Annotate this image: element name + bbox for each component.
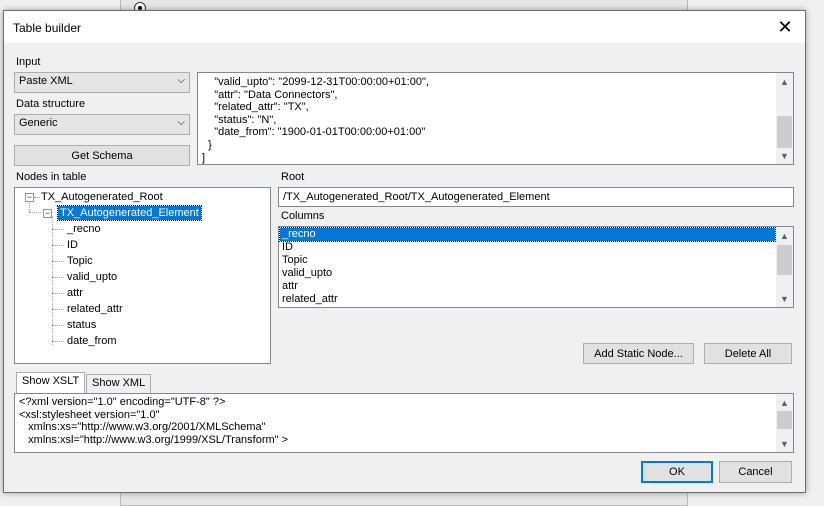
nodes-in-table-label: Nodes in table <box>16 171 87 183</box>
source-text-line: "related_attr": "TX", <box>202 101 309 114</box>
input-select[interactable]: Paste XML ⌵ <box>14 72 190 93</box>
input-label: Input <box>16 56 41 68</box>
scroll-thumb[interactable] <box>777 116 792 148</box>
column-list-item[interactable]: related_attr <box>280 293 775 306</box>
tree-node-child[interactable]: ID <box>67 238 78 252</box>
cancel-button[interactable]: Cancel <box>719 461 792 483</box>
tree-node-child[interactable]: date_from <box>67 334 117 348</box>
minus-box-icon[interactable]: − <box>25 193 34 202</box>
tab-show-xml[interactable]: Show XML <box>86 374 152 393</box>
data-structure-value: Generic <box>19 117 58 129</box>
tree-connector <box>52 309 64 310</box>
table-builder-dialog: Table builder ✕ Input Paste XML ⌵ Data s… <box>3 10 806 493</box>
column-list-item[interactable]: _recno <box>279 227 776 242</box>
tree-node-child[interactable]: _recno <box>67 222 101 236</box>
source-text-line: } <box>202 138 212 151</box>
minus-box-icon[interactable]: − <box>43 209 52 218</box>
chevron-down-icon[interactable]: ▼ <box>776 290 793 307</box>
chevron-up-icon[interactable]: ▲ <box>776 394 793 411</box>
tree-node-child[interactable]: attr <box>67 286 83 300</box>
root-label: Root <box>281 171 305 183</box>
add-static-node-label: Add Static Node... <box>594 347 683 360</box>
input-select-value: Paste XML <box>19 75 73 87</box>
tab-show-xml-label: Show XML <box>92 377 146 389</box>
xslt-text-line: <xsl:stylesheet version="1.0" <box>19 408 160 421</box>
column-list-item[interactable]: Topic <box>280 254 775 267</box>
scroll-thumb[interactable] <box>777 411 792 429</box>
tree-connector <box>52 277 64 278</box>
tree-node-element[interactable]: TX_Autogenerated_Element <box>57 205 202 221</box>
tab-show-xslt-label: Show XSLT <box>22 375 80 387</box>
ok-button[interactable]: OK <box>641 461 713 483</box>
source-text-line: "status": "N", <box>202 113 277 126</box>
column-list-item[interactable]: attr <box>280 280 775 293</box>
tree-connector <box>52 325 64 326</box>
xslt-text-area[interactable]: <?xml version="1.0" encoding="UTF-8" ?> <… <box>14 393 794 453</box>
source-scrollbar[interactable]: ▲ ▼ <box>776 73 793 164</box>
source-text-area[interactable]: "valid_upto": "2099-12-31T00:00:00+01:00… <box>197 72 794 165</box>
dialog-title: Table builder <box>13 21 82 35</box>
title-bar: Table builder ✕ <box>4 11 805 43</box>
close-button[interactable]: ✕ <box>765 11 805 43</box>
tree-connector <box>52 293 64 294</box>
xslt-text-lines: <?xml version="1.0" encoding="UTF-8" ?> <… <box>19 396 288 446</box>
columns-list[interactable]: _recno ID Topic valid_upto attr related_attr … <box>278 226 794 308</box>
tree-node-child[interactable]: related_attr <box>67 302 123 316</box>
delete-all-label: Delete All <box>724 347 772 360</box>
tab-show-xslt[interactable]: Show XSLT <box>16 372 86 393</box>
tree-node-root[interactable]: TX_Autogenerated_Root <box>41 190 163 204</box>
chevron-down-icon: ⌵ <box>177 117 185 128</box>
chevron-up-icon[interactable]: ▲ <box>776 227 793 244</box>
tree-connector <box>52 341 64 342</box>
xslt-scrollbar[interactable]: ▲ ▼ <box>776 394 793 452</box>
data-structure-label: Data structure <box>16 98 86 110</box>
delete-all-button[interactable]: Delete All <box>704 343 792 364</box>
root-field[interactable]: /TX_Autogenerated_Root/TX_Autogenerated_… <box>278 187 794 207</box>
source-text-line: ] <box>202 151 206 164</box>
column-list-item[interactable]: ID <box>280 241 775 254</box>
source-text-lines: "valid_upto": "2099-12-31T00:00:00+01:00… <box>202 76 429 164</box>
xslt-text-line: <?xml version="1.0" encoding="UTF-8" ?> <box>19 396 226 408</box>
tree-node-child[interactable]: Topic <box>67 254 93 268</box>
tree-connector <box>52 229 64 230</box>
nodes-tree[interactable]: − TX_Autogenerated_Root − TX_Autogenerat… <box>14 187 271 364</box>
ok-label: OK <box>669 466 685 478</box>
root-value: /TX_Autogenerated_Root/TX_Autogenerated_… <box>283 191 550 203</box>
column-list-item[interactable]: valid_upto <box>280 267 775 280</box>
get-schema-label: Get Schema <box>71 149 133 162</box>
add-static-node-button[interactable]: Add Static Node... <box>583 343 694 364</box>
columns-scrollbar[interactable]: ▲ ▼ <box>776 227 793 307</box>
columns-label: Columns <box>281 210 325 222</box>
tree-node-child[interactable]: valid_upto <box>67 270 117 284</box>
data-structure-select[interactable]: Generic ⌵ <box>14 114 190 135</box>
scroll-thumb[interactable] <box>777 245 792 275</box>
get-schema-button[interactable]: Get Schema <box>14 145 190 166</box>
tree-connector <box>52 261 64 262</box>
chevron-down-icon[interactable]: ▼ <box>776 147 793 164</box>
source-text-line: "date_from": "1900-01-01T00:00:00+01:00" <box>202 126 426 139</box>
chevron-down-icon: ⌵ <box>177 75 185 86</box>
chevron-down-icon[interactable]: ▼ <box>776 435 793 452</box>
xslt-text-line: xmlns:xsl="http://www.w3.org/1999/XSL/Tr… <box>19 433 289 446</box>
tree-connector <box>52 245 64 246</box>
tree-node-child[interactable]: status <box>67 318 96 332</box>
source-text-line: "valid_upto": "2099-12-31T00:00:00+01:00… <box>202 76 429 88</box>
cancel-label: Cancel <box>738 466 773 478</box>
close-icon: ✕ <box>777 16 793 37</box>
xslt-text-line: xmlns:xs="http://www.w3.org/2001/XMLSche… <box>19 421 266 434</box>
source-text-line: "attr": "Data Connectors", <box>202 88 338 101</box>
chevron-up-icon[interactable]: ▲ <box>776 73 793 90</box>
